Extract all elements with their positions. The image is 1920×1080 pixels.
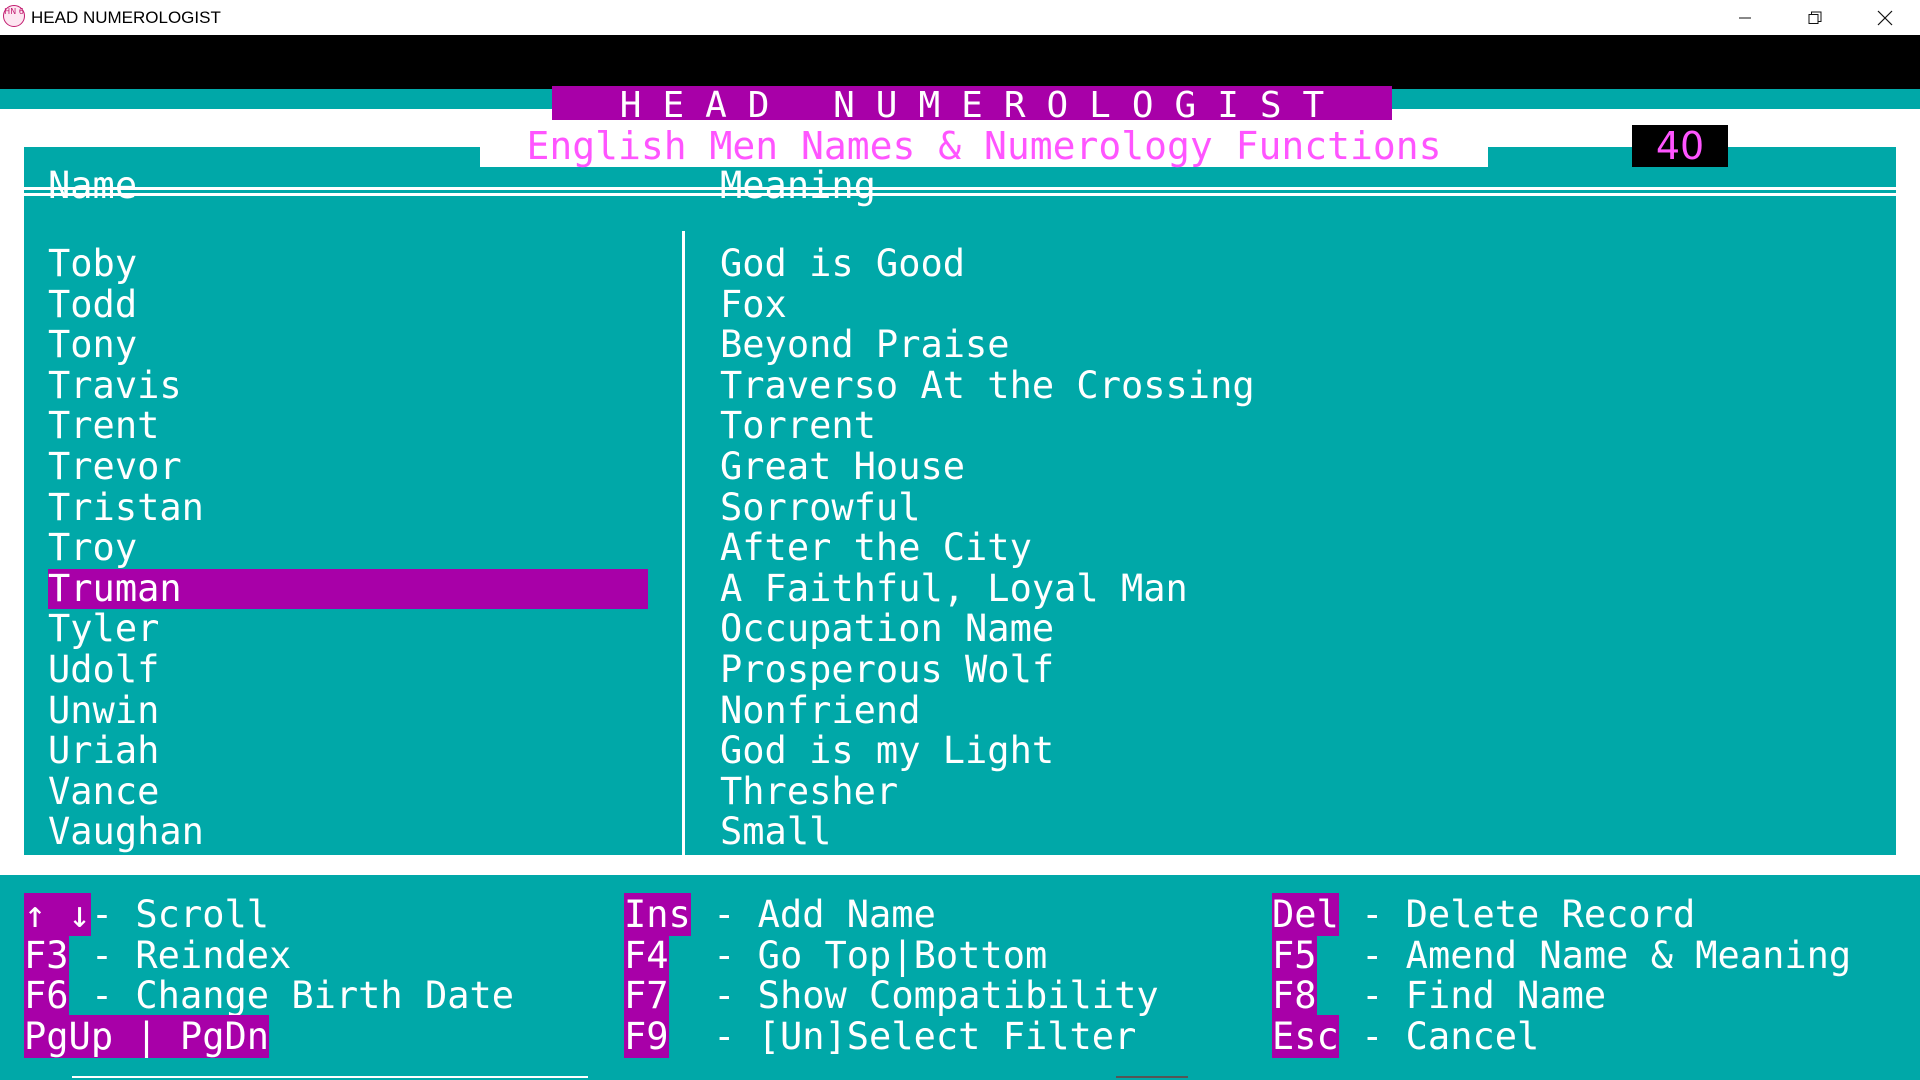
name-column: Toby Todd Tony Travis Trent Trevor Tristan Troy… <box>48 243 648 853</box>
function-key-item[interactable]: PgUp | PgDn <box>24 1014 270 1058</box>
function-key-label: F8 <box>1272 974 1317 1017</box>
name-cell[interactable]: Vance <box>48 771 648 813</box>
function-key-item[interactable]: Esc - Cancel <box>1272 1014 1540 1058</box>
taskbar-indicator <box>72 1076 588 1078</box>
meaning-cell[interactable]: Great House <box>720 446 1255 488</box>
function-key-separator: - <box>1338 1014 1406 1058</box>
function-key-label: Ins <box>624 893 691 936</box>
function-key-item[interactable]: F5 - Amend Name & Meaning <box>1272 933 1852 977</box>
name-cell[interactable]: Udolf <box>48 649 648 691</box>
function-key-description: Go Top|Bottom <box>757 933 1048 977</box>
function-key-separator: - <box>1316 974 1406 1017</box>
meaning-cell[interactable]: After the City <box>720 528 1255 569</box>
column-divider <box>682 231 685 855</box>
function-key-separator: - <box>68 933 136 977</box>
function-key-label: F4 <box>624 933 669 977</box>
panel-subtitle: English Men Names & Numerology Functions <box>480 125 1488 167</box>
function-key-separator: - <box>90 893 136 936</box>
function-key-item[interactable]: F8 - Find Name <box>1272 974 1607 1017</box>
name-cell[interactable]: Tyler <box>48 609 648 650</box>
meaning-cell[interactable]: A Faithful, Loyal Man <box>720 568 1255 610</box>
function-key-item[interactable]: Del - Delete Record <box>1272 893 1696 936</box>
meaning-cell[interactable]: Traverso At the Crossing <box>720 365 1255 407</box>
function-key-description: Amend Name & Meaning <box>1405 933 1852 977</box>
function-key-separator: - <box>68 974 136 1017</box>
function-key-description: Show Compatibility <box>757 974 1159 1017</box>
header-divider <box>24 187 1896 190</box>
name-cell[interactable]: Troy <box>48 528 648 569</box>
function-key-separator: - <box>668 1014 758 1058</box>
app-icon: HN 6 <box>3 5 25 27</box>
name-cell[interactable]: Unwin <box>48 690 648 732</box>
meaning-cell[interactable]: Fox <box>720 284 1255 326</box>
function-key-description: Change Birth Date <box>135 974 515 1017</box>
window-title: HEAD NUMEROLOGIST <box>31 8 221 27</box>
restore-icon[interactable] <box>1780 0 1850 35</box>
header-divider <box>24 193 1896 196</box>
name-cell[interactable]: Vaughan <box>48 812 648 853</box>
name-cell[interactable]: Tristan <box>48 487 648 529</box>
function-key-description: Delete Record <box>1405 893 1696 936</box>
meaning-cell[interactable]: God is Good <box>720 243 1255 285</box>
function-key-item[interactable]: F9 - [Un]Select Filter <box>624 1014 1137 1058</box>
function-key-label: F6 <box>24 974 69 1017</box>
meaning-cell[interactable]: Thresher <box>720 771 1255 813</box>
meaning-column: God is Good Fox Beyond Praise Traverso At t… <box>720 243 1255 853</box>
function-key-label: F7 <box>624 974 669 1017</box>
function-key-separator: - <box>668 974 758 1017</box>
name-cell[interactable]: Toby <box>48 243 648 285</box>
function-key-label: F9 <box>624 1014 669 1058</box>
meaning-cell[interactable]: Small <box>720 812 1255 853</box>
function-key-item[interactable]: F6 - Change Birth Date <box>24 974 515 1017</box>
name-cell[interactable]: Todd <box>48 284 648 326</box>
meaning-cell[interactable]: God is my Light <box>720 731 1255 772</box>
meaning-cell[interactable]: Sorrowful <box>720 487 1255 529</box>
function-key-description: Scroll <box>135 893 270 936</box>
function-key-item[interactable]: F7 - Show Compatibility <box>624 974 1159 1017</box>
meaning-cell[interactable]: Prosperous Wolf <box>720 649 1255 691</box>
name-cell[interactable]: Travis <box>48 365 648 407</box>
function-key-separator: - <box>1338 893 1406 936</box>
minimize-icon[interactable] <box>1710 0 1780 35</box>
name-cell[interactable]: Truman <box>48 568 648 610</box>
taskbar-indicator <box>1116 1076 1188 1078</box>
function-key-label: F5 <box>1272 933 1317 977</box>
function-key-label: PgUp | PgDn <box>24 1014 270 1058</box>
meaning-cell[interactable]: Torrent <box>720 406 1255 447</box>
function-key-description: Reindex <box>135 933 292 977</box>
function-key-separator: - <box>1316 933 1406 977</box>
function-key-label: ↑ ↓ <box>24 893 91 936</box>
function-key-item[interactable]: F3 - Reindex <box>24 933 292 977</box>
record-count: 40 <box>1632 125 1728 167</box>
function-key-separator: - <box>690 893 758 936</box>
window-titlebar: HN 6 HEAD NUMEROLOGIST <box>0 0 1920 35</box>
name-cell[interactable]: Trevor <box>48 446 648 488</box>
function-key-description: Cancel <box>1405 1014 1540 1058</box>
function-key-label: Del <box>1272 893 1339 936</box>
name-cell[interactable]: Uriah <box>48 731 648 772</box>
function-key-item[interactable]: F4 - Go Top|Bottom <box>624 933 1048 977</box>
meaning-cell[interactable]: Occupation Name <box>720 609 1255 650</box>
name-cell[interactable]: Trent <box>48 406 648 447</box>
function-key-item[interactable]: Ins - Add Name <box>624 893 936 936</box>
function-key-label: Esc <box>1272 1014 1339 1058</box>
meaning-cell[interactable]: Beyond Praise <box>720 325 1255 366</box>
function-key-item[interactable]: ↑ ↓- Scroll <box>24 893 270 936</box>
function-key-description: Find Name <box>1405 974 1607 1017</box>
console-screen: HEAD NUMEROLOGIST English Men Names & Nu… <box>0 35 1920 1080</box>
function-key-description: Add Name <box>757 893 936 936</box>
name-cell[interactable]: Tony <box>48 325 648 366</box>
column-header-meaning: Meaning <box>720 164 876 207</box>
function-key-separator: - <box>668 933 758 977</box>
close-icon[interactable] <box>1850 0 1920 35</box>
column-header-name: Name <box>48 164 138 207</box>
function-key-label: F3 <box>24 933 69 977</box>
function-key-description: [Un]Select Filter <box>757 1014 1137 1058</box>
meaning-cell[interactable]: Nonfriend <box>720 690 1255 732</box>
